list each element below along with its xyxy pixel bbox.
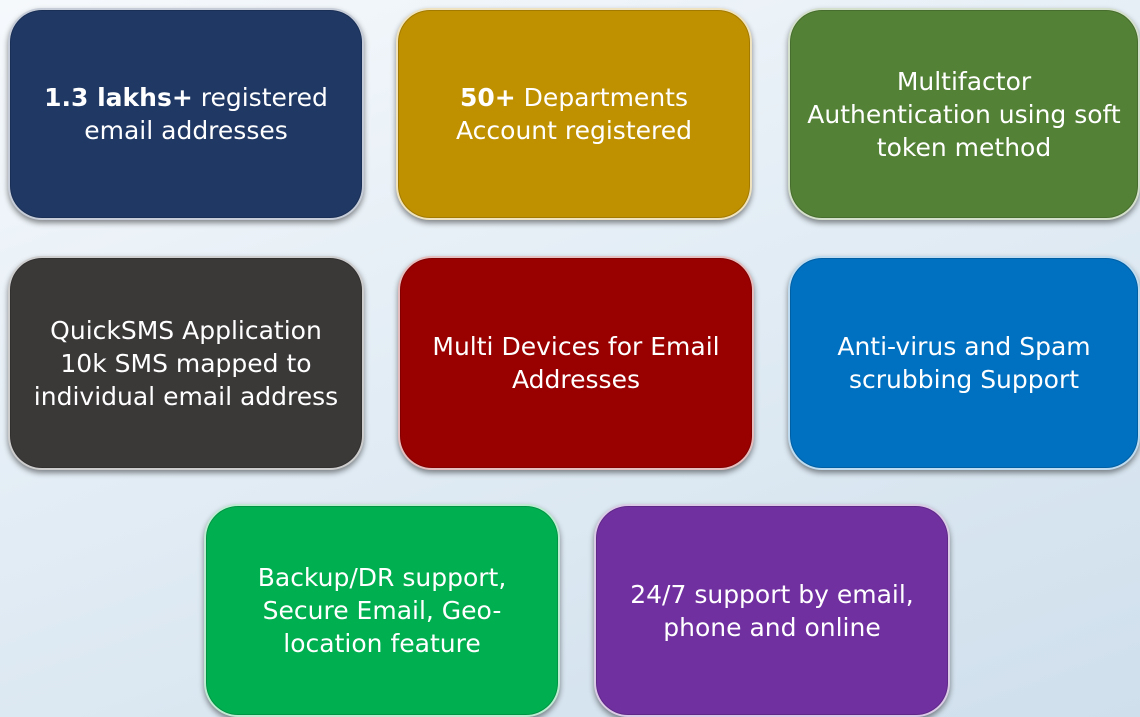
- tile-departments: 50+ Departments Account registered: [396, 8, 752, 220]
- tile-quicksms-text: QuickSMS Application 10k SMS mapped to i…: [33, 315, 339, 411]
- tile-multifactor-auth: Multifactor Authentication using soft to…: [788, 8, 1140, 220]
- tile-support-247: 24/7 support by email, phone and online: [594, 504, 950, 717]
- tile-backup-dr: Backup/DR support, Secure Email, Geo-loc…: [204, 504, 560, 717]
- tile-support-247-text: 24/7 support by email, phone and online: [630, 579, 914, 642]
- tile-multifactor-auth-text: Multifactor Authentication using soft to…: [807, 66, 1121, 162]
- tile-registered-emails-count: 1.3 lakhs+: [44, 83, 193, 112]
- tile-backup-dr-text: Backup/DR support, Secure Email, Geo-loc…: [257, 563, 507, 658]
- tile-registered-emails: 1.3 lakhs+ registered email addresses: [8, 8, 364, 220]
- tile-registered-emails-text: 1.3 lakhs+ registered email addresses: [44, 83, 328, 145]
- tile-multi-devices-text: Multi Devices for Email Addresses: [432, 332, 720, 394]
- tile-departments-count: 50+: [459, 83, 516, 112]
- tile-antivirus-spam: Anti-virus and Spam scrubbing Support: [788, 256, 1140, 470]
- tile-antivirus-spam-text: Anti-virus and Spam scrubbing Support: [837, 332, 1091, 394]
- tile-quicksms: QuickSMS Application 10k SMS mapped to i…: [8, 256, 364, 470]
- tile-departments-text: 50+ Departments Account registered: [456, 83, 692, 145]
- tile-multi-devices: Multi Devices for Email Addresses: [398, 256, 754, 470]
